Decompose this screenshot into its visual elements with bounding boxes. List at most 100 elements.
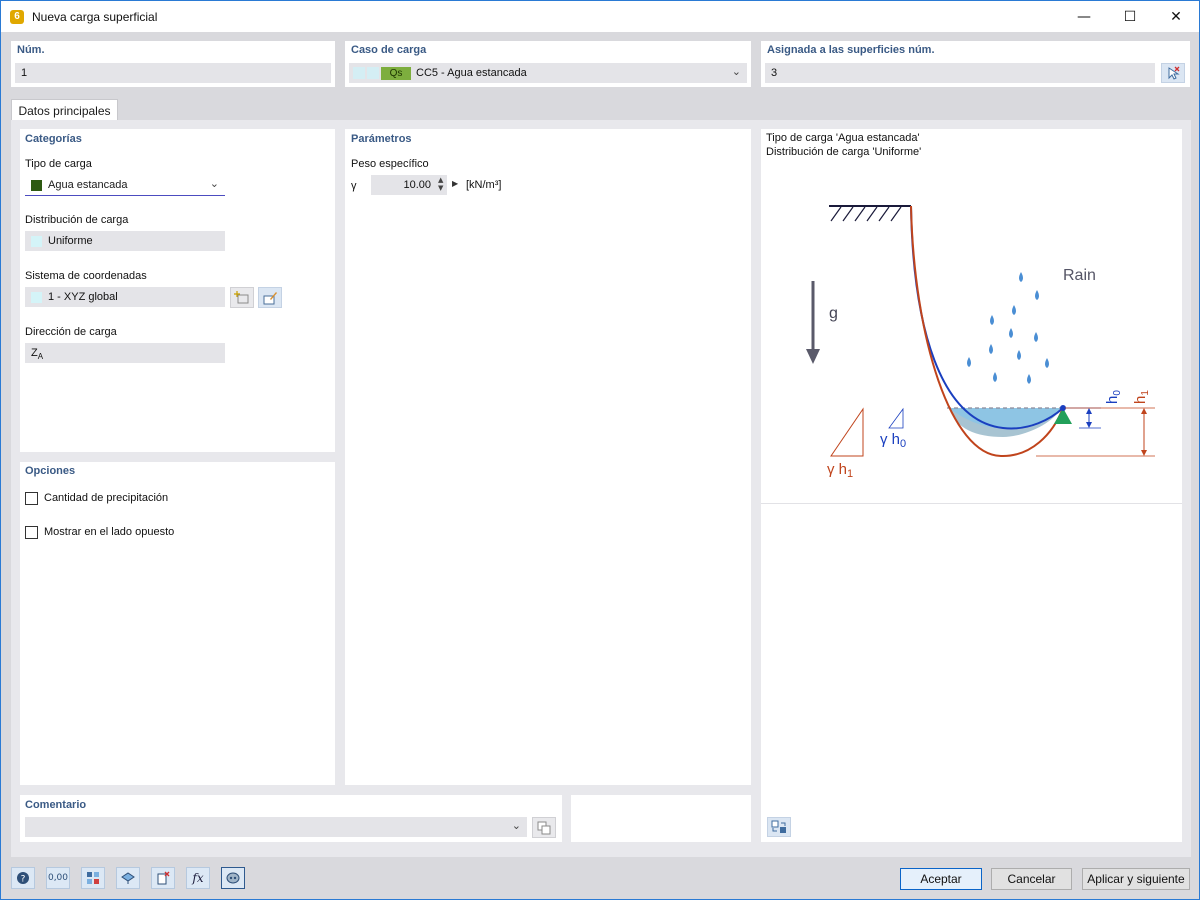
coord-system-value: 1 - XYZ global <box>48 291 118 303</box>
new-coord-system-icon[interactable] <box>230 287 254 308</box>
comment-panel: Comentario ⌄ <box>20 795 562 842</box>
load-type-label: Tipo de carga <box>25 158 92 170</box>
gamma-h0-label: γ h0 <box>880 431 907 450</box>
dialog-window: 6 Nueva carga superficial — ☐ ✕ Núm. 1 C… <box>0 0 1200 900</box>
num-panel: Núm. 1 <box>11 41 335 87</box>
assigned-panel: Asignada a las superficies núm. 3 <box>761 41 1190 87</box>
h1-arrow-down <box>1141 450 1147 456</box>
cancel-button[interactable]: Cancelar <box>991 868 1072 890</box>
load-case-label: Caso de carga <box>351 44 427 56</box>
settings-icon[interactable] <box>221 867 245 889</box>
load-case-select[interactable]: Qs CC5 - Agua estancada ⌄ <box>349 63 747 83</box>
gravity-arrow-icon <box>806 349 820 364</box>
direction-value-main: Z <box>31 347 38 359</box>
categories-header: Categorías <box>25 133 82 145</box>
parameters-header: Parámetros <box>351 133 412 145</box>
load-type-value: Agua estancada <box>48 179 128 191</box>
gravity-label: g <box>829 305 838 322</box>
load-case-tag: Qs <box>381 66 411 80</box>
options-panel: Opciones Cantidad de precipitación Mostr… <box>20 462 335 785</box>
h1-main: h <box>1132 395 1149 404</box>
title-bar: 6 Nueva carga superficial — ☐ ✕ <box>1 1 1199 32</box>
tab-label: Datos principales <box>18 103 111 118</box>
rain-drops-icon <box>967 272 1049 384</box>
comment-header: Comentario <box>25 799 87 811</box>
precipitation-label: Cantidad de precipitación <box>44 492 169 504</box>
num-field[interactable]: 1 <box>15 63 331 83</box>
model-info-icon[interactable] <box>81 867 105 889</box>
play-arrow-icon[interactable]: ▶ <box>452 179 458 188</box>
units-icon[interactable]: 0,00 <box>46 867 70 889</box>
opposite-side-label: Mostrar en el lado opuesto <box>44 526 175 538</box>
options-header: Opciones <box>25 465 76 477</box>
specific-weight-input[interactable]: 10.00 <box>371 175 447 195</box>
h0-label: h0 <box>1104 384 1126 404</box>
ponding-diagram <box>806 205 1155 458</box>
comment-side-panel <box>571 795 751 842</box>
load-triangle-h0 <box>888 407 904 429</box>
assigned-label: Asignada a las superficies núm. <box>767 44 935 56</box>
delete-icon[interactable] <box>151 867 175 889</box>
direction-field[interactable]: ZA <box>25 343 225 363</box>
h0-arrow-up <box>1086 408 1092 414</box>
gamma-symbol: γ <box>351 180 357 192</box>
select-surfaces-icon[interactable] <box>1161 63 1185 83</box>
chevron-down-icon: ⌄ <box>209 177 219 190</box>
swap-view-icon[interactable] <box>767 817 791 837</box>
direction-value-sub: A <box>37 351 44 361</box>
gamma-h1-sub: 1 <box>847 468 854 480</box>
view-icon[interactable] <box>116 867 140 889</box>
load-type-color-swatch <box>31 179 42 191</box>
h0-sub: 0 <box>1112 390 1123 396</box>
specific-weight-unit: [kN/m³] <box>466 179 502 191</box>
load-type-select[interactable]: Agua estancada ⌄ <box>25 175 225 196</box>
apply-next-button[interactable]: Aplicar y siguiente <box>1082 868 1190 890</box>
fixed-support-hatch-icon <box>830 206 902 222</box>
help-icon[interactable]: ? <box>11 867 35 889</box>
spin-arrows-icon[interactable]: ▲ ▼ <box>438 176 443 192</box>
accept-button[interactable]: Aceptar <box>900 868 982 890</box>
h0-main: h <box>1104 395 1121 404</box>
maximize-button[interactable]: ☐ <box>1107 1 1153 32</box>
close-button[interactable]: ✕ <box>1153 1 1199 32</box>
gamma-h1-label: γ h1 <box>827 461 854 480</box>
app-icon: 6 <box>10 9 24 24</box>
h1-sub: 1 <box>1140 390 1151 396</box>
h0-arrow-down <box>1086 422 1092 428</box>
distribution-swatch <box>31 235 42 247</box>
precipitation-checkbox[interactable] <box>25 492 38 505</box>
gamma-h0-sub: 0 <box>900 438 907 450</box>
distribution-label: Distribución de carga <box>25 214 129 226</box>
opposite-side-checkbox[interactable] <box>25 526 38 539</box>
distribution-field[interactable]: Uniforme <box>25 231 225 251</box>
function-icon[interactable]: fx <box>186 867 210 889</box>
preview-line-1: Tipo de carga 'Agua estancada' <box>766 132 920 144</box>
distribution-value: Uniforme <box>48 235 93 247</box>
parameters-panel: Parámetros Peso específico γ 10.00 ▲ ▼ ▶ … <box>345 129 751 785</box>
rain-label: Rain <box>1063 267 1096 284</box>
gamma-h0-main: γ h <box>880 431 901 448</box>
tab-datos-principales[interactable]: Datos principales <box>11 99 118 121</box>
minimize-button[interactable]: — <box>1061 1 1107 32</box>
coord-system-swatch <box>31 291 42 303</box>
load-case-value: CC5 - Agua estancada <box>416 67 527 79</box>
comment-input[interactable]: ⌄ <box>25 817 527 837</box>
edit-coord-system-icon[interactable] <box>258 287 282 308</box>
categories-panel: Categorías Tipo de carga Agua estancada … <box>20 129 335 452</box>
direction-label: Dirección de carga <box>25 326 117 338</box>
num-label: Núm. <box>17 44 45 56</box>
h1-label: h1 <box>1132 384 1154 404</box>
load-case-panel: Caso de carga Qs CC5 - Agua estancada ⌄ <box>345 41 751 87</box>
assigned-surfaces-field[interactable]: 3 <box>765 63 1155 83</box>
copy-comment-icon[interactable] <box>532 817 556 838</box>
load-case-color-swatch <box>353 67 365 79</box>
preview-line-2: Distribución de carga 'Uniforme' <box>766 146 922 158</box>
load-triangle-h1 <box>830 407 864 457</box>
preview-divider <box>761 503 1182 504</box>
coord-system-field[interactable]: 1 - XYZ global <box>25 287 225 307</box>
deflected-shape-h0 <box>910 205 1064 430</box>
svg-text:?: ? <box>21 875 26 885</box>
window-title: Nueva carga superficial <box>32 9 158 24</box>
chevron-down-icon: ⌄ <box>731 65 741 78</box>
h1-arrow-up <box>1141 408 1147 414</box>
